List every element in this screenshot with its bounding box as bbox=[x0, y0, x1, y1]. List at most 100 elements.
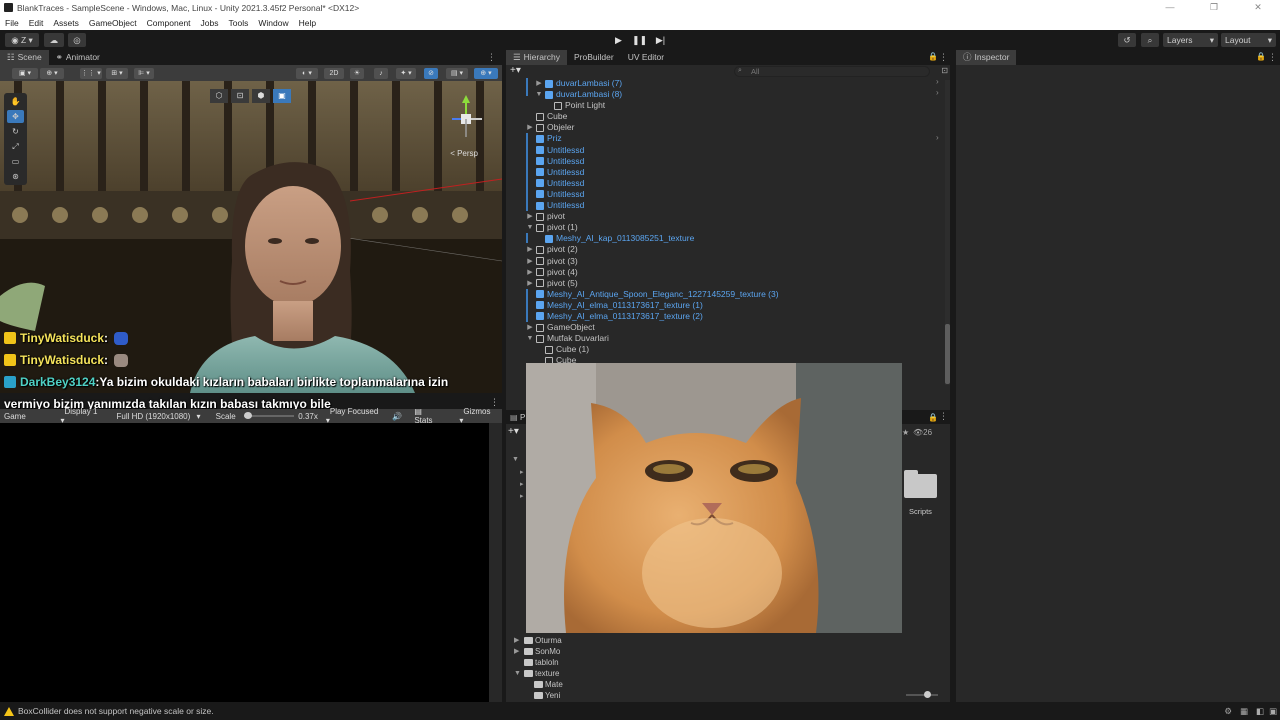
add-icon[interactable]: +▾ bbox=[508, 426, 519, 437]
hand-tool-icon[interactable]: ✋ bbox=[7, 95, 24, 108]
hierarchy-row[interactable]: ▶ pivot (2) bbox=[506, 244, 950, 255]
hierarchy-scrollbar[interactable] bbox=[945, 80, 950, 385]
gizmos-icon[interactable]: ⊕ ▾ bbox=[474, 68, 498, 79]
rect-tool-icon[interactable]: ▭ bbox=[7, 155, 24, 168]
toggle-2d-button[interactable]: 2D bbox=[324, 68, 344, 79]
play-icon[interactable]: ▶ bbox=[608, 33, 629, 47]
rotate-tool-icon[interactable]: ↻ bbox=[7, 125, 24, 138]
snap-icon[interactable]: ⋮⋮ ▾ bbox=[80, 68, 102, 79]
menu-edit[interactable]: Edit bbox=[24, 18, 49, 28]
camera-icon[interactable]: ▤ ▾ bbox=[446, 68, 468, 79]
expand-right-icon[interactable]: ▶ bbox=[526, 322, 534, 333]
orientation-gizmo-icon[interactable] bbox=[446, 93, 486, 143]
maximize-icon[interactable]: ❐ bbox=[1192, 0, 1236, 15]
expand-right-icon[interactable]: ▶ bbox=[514, 635, 519, 646]
tab-project-label[interactable]: P bbox=[520, 413, 525, 422]
cloud-icon[interactable]: ☁ bbox=[44, 33, 64, 47]
kebab-menu-icon[interactable]: ⋮ bbox=[1268, 52, 1277, 63]
hierarchy-row[interactable]: ▶ pivot (5) bbox=[506, 278, 950, 289]
hierarchy-row[interactable]: Meshy_AI_kap_0113085251_texture bbox=[506, 233, 950, 244]
expand-right-icon[interactable]: ▶ bbox=[526, 267, 534, 278]
chevron-right-icon[interactable]: › bbox=[936, 88, 939, 97]
align-icon[interactable]: ⊫ ▾ bbox=[134, 68, 154, 79]
box-tool-icon[interactable]: ⊡ bbox=[231, 89, 249, 103]
mesh-tool-icon[interactable]: ⬢ bbox=[252, 89, 270, 103]
expand-right-icon[interactable]: ▶ bbox=[526, 278, 534, 289]
layers-dropdown[interactable]: Layers ▾ bbox=[1163, 33, 1218, 47]
hierarchy-row[interactable]: Untitlessd bbox=[506, 145, 950, 156]
hierarchy-row[interactable]: ▶ pivot (4) bbox=[506, 267, 950, 278]
shading-mode-icon[interactable]: ◐ ▾ bbox=[296, 68, 318, 79]
expand-right-icon[interactable]: ▶ bbox=[526, 211, 534, 222]
hierarchy-row[interactable]: Untitlessd bbox=[506, 156, 950, 167]
zoom-slider[interactable] bbox=[906, 691, 938, 698]
lighting-icon[interactable]: ☀ bbox=[350, 68, 364, 79]
scene-visibility-icon[interactable]: ⊡ bbox=[941, 66, 948, 75]
kebab-menu-icon[interactable]: ⋮ bbox=[939, 411, 948, 422]
project-folder-row[interactable]: Mate bbox=[534, 679, 563, 690]
game-view-dropdown[interactable]: Game bbox=[0, 412, 57, 421]
scale-slider[interactable] bbox=[240, 412, 295, 420]
project-folder-row[interactable]: ▼ texture bbox=[514, 668, 559, 679]
hierarchy-row[interactable]: Untitlessd bbox=[506, 189, 950, 200]
project-folder-row[interactable]: ▶ SonMo bbox=[514, 646, 560, 657]
chevron-right-icon[interactable]: › bbox=[936, 77, 939, 86]
expand-down-icon[interactable]: ▼ bbox=[526, 222, 534, 233]
lock-icon[interactable]: 🔒 bbox=[928, 413, 938, 422]
kebab-menu-icon[interactable]: ⋮ bbox=[487, 52, 496, 63]
increment-snap-icon[interactable]: ⊞ ▾ bbox=[106, 68, 128, 79]
expand-right-icon[interactable]: ▼ bbox=[512, 456, 519, 463]
slider-thumb[interactable] bbox=[243, 412, 252, 419]
lock-icon[interactable]: 🔒 bbox=[1256, 52, 1266, 61]
menu-window[interactable]: Window bbox=[253, 18, 293, 28]
cube-tool-icon[interactable]: ⬡ bbox=[210, 89, 228, 103]
hierarchy-row[interactable]: Untitlessd bbox=[506, 167, 950, 178]
move-tool-icon[interactable]: ✥ bbox=[7, 110, 24, 123]
hierarchy-row[interactable]: Priz bbox=[506, 133, 950, 144]
hierarchy-row[interactable]: ▶ duvarLambasi (7) bbox=[506, 78, 950, 89]
menu-tools[interactable]: Tools bbox=[224, 18, 254, 28]
hierarchy-row[interactable]: ▶ pivot (3) bbox=[506, 256, 950, 267]
resolution-dropdown[interactable]: Full HD (1920x1080) ▾ bbox=[108, 412, 211, 421]
expand-right-icon[interactable]: ▶ bbox=[526, 256, 534, 267]
draw-mode-icon[interactable]: ▣ ▾ bbox=[12, 68, 38, 79]
minimize-icon[interactable]: — bbox=[1148, 0, 1192, 15]
hierarchy-row[interactable]: Meshy_AI_Antique_Spoon_Eleganc_122714525… bbox=[506, 289, 950, 300]
project-folder-row[interactable]: tabloln bbox=[524, 657, 559, 668]
pause-icon[interactable]: ❚❚ bbox=[629, 33, 650, 47]
grid-icon[interactable]: ⊕ ▾ bbox=[40, 68, 64, 79]
kebab-menu-icon[interactable]: ⋮ bbox=[939, 52, 948, 63]
notifications-icon[interactable]: ▣ bbox=[1269, 706, 1277, 717]
account-button[interactable]: ◉ Z ▾ bbox=[5, 33, 39, 47]
audio-icon[interactable]: ♪ bbox=[374, 68, 388, 79]
hierarchy-row[interactable]: ▶ Objeler bbox=[506, 122, 950, 133]
hierarchy-row[interactable]: Meshy_AI_elma_0113173617_texture (2) bbox=[506, 311, 950, 322]
menu-file[interactable]: File bbox=[0, 18, 24, 28]
eye-icon[interactable]: 👁26 bbox=[913, 428, 932, 437]
hierarchy-row[interactable]: ▶ pivot bbox=[506, 211, 950, 222]
search-icon[interactable]: ⌕ bbox=[1141, 33, 1159, 47]
hierarchy-row[interactable]: Untitlessd bbox=[506, 200, 950, 211]
lock-icon[interactable]: 🔒 bbox=[928, 52, 938, 61]
select-tool-icon[interactable]: ▣ bbox=[273, 89, 291, 103]
scrollbar-thumb[interactable] bbox=[945, 324, 950, 384]
expand-right-icon[interactable]: ▶ bbox=[526, 244, 534, 255]
scale-tool-icon[interactable]: ⤢ bbox=[7, 140, 24, 153]
expand-right-icon[interactable]: ▸ bbox=[520, 468, 524, 476]
project-folder-row[interactable]: ▶ Oturma bbox=[514, 635, 562, 646]
persp-label[interactable]: < Persp bbox=[450, 149, 478, 158]
slider-thumb[interactable] bbox=[924, 691, 931, 698]
expand-right-icon[interactable]: ▶ bbox=[526, 122, 534, 133]
status-message[interactable]: BoxCollider does not support negative sc… bbox=[18, 706, 214, 716]
search-input[interactable]: All bbox=[734, 66, 930, 77]
tab-inspector[interactable]: ⓘ Inspector bbox=[956, 50, 1017, 65]
transform-tool-icon[interactable]: ⊛ bbox=[7, 170, 24, 183]
menu-gameobject[interactable]: GameObject bbox=[84, 18, 142, 28]
star-icon[interactable]: ★ bbox=[902, 428, 909, 437]
layout-dropdown[interactable]: Layout ▾ bbox=[1221, 33, 1276, 47]
tab-probuilder[interactable]: ProBuilder bbox=[567, 50, 621, 65]
tab-scene[interactable]: ☷ Scene bbox=[0, 50, 49, 65]
cache-icon[interactable]: ◧ bbox=[1256, 706, 1264, 717]
tab-uv-editor[interactable]: UV Editor bbox=[621, 50, 671, 65]
collab-icon[interactable]: ◎ bbox=[68, 33, 86, 47]
